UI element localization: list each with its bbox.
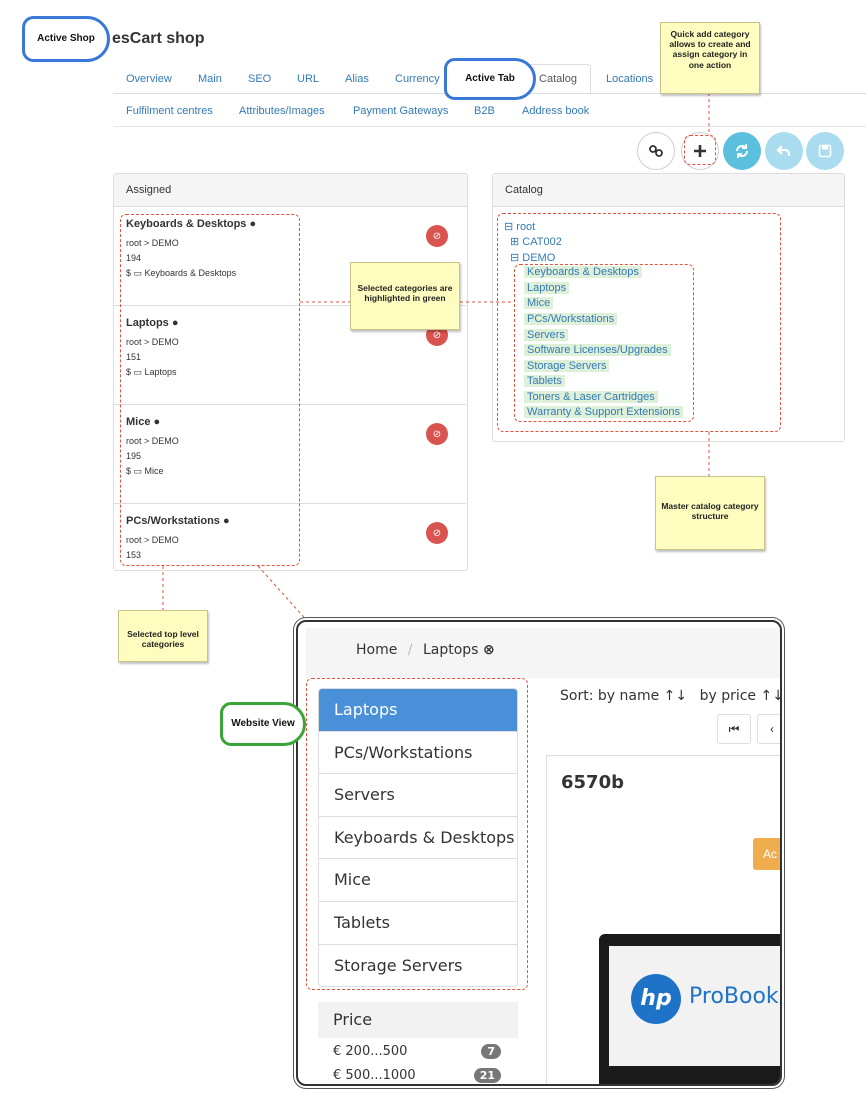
prev-page-button[interactable]: ‹: [757, 714, 780, 744]
price-range-item[interactable]: € 500...1000 21: [333, 1068, 501, 1083]
product-card: 6570b Ac hp ProBook: [546, 755, 780, 1084]
breadcrumb-home[interactable]: Home: [356, 642, 397, 658]
first-page-button[interactable]: ⏮: [717, 714, 751, 744]
product-name[interactable]: 6570b: [561, 772, 624, 793]
price-count-badge: 21: [473, 1068, 501, 1083]
add-to-cart-button[interactable]: Ac: [753, 838, 780, 870]
breadcrumb: Home / Laptops ⊗: [356, 642, 495, 658]
website-categories-highlight: [306, 678, 528, 990]
sort-by-price-label[interactable]: by price: [700, 688, 756, 704]
arrow-up-icon[interactable]: ↑: [664, 688, 676, 704]
callout-website-view: Website View: [220, 702, 306, 746]
first-page-icon: ⏮: [728, 721, 740, 736]
sort-controls: Sort: by name ↑↓ by price ↑↓: [560, 688, 780, 704]
note-selected-top: Selected top level categories: [118, 610, 208, 662]
callout-active-shop: Active Shop: [22, 16, 110, 62]
brand-text: ProBook: [689, 984, 779, 1009]
product-image[interactable]: hp ProBook: [599, 934, 780, 1084]
price-range-item[interactable]: € 200...500 7: [333, 1044, 501, 1059]
chevron-left-icon: ‹: [770, 722, 774, 736]
note-master-catalog: Master catalog category structure: [655, 476, 765, 550]
arrow-down-icon[interactable]: ↓: [772, 688, 780, 704]
website-view: Home / Laptops ⊗ Laptops PCs/Workstation…: [296, 620, 782, 1086]
arrow-down-icon[interactable]: ↓: [675, 688, 687, 704]
price-count-badge: 7: [481, 1044, 501, 1059]
sort-by-name-label[interactable]: Sort: by name: [560, 688, 659, 704]
callout-active-tab: Active Tab: [444, 58, 536, 100]
price-filter-title: Price: [318, 1002, 518, 1038]
breadcrumb-current: Laptops: [422, 642, 479, 658]
note-quick-add: Quick add category allows to create and …: [660, 22, 760, 94]
note-selected-highlight: Selected categories are highlighted in g…: [350, 262, 460, 330]
hp-logo: hp: [631, 974, 681, 1024]
remove-filter-icon[interactable]: ⊗: [483, 642, 495, 658]
arrow-up-icon[interactable]: ↑: [761, 688, 773, 704]
breadcrumb-separator: /: [407, 642, 413, 658]
